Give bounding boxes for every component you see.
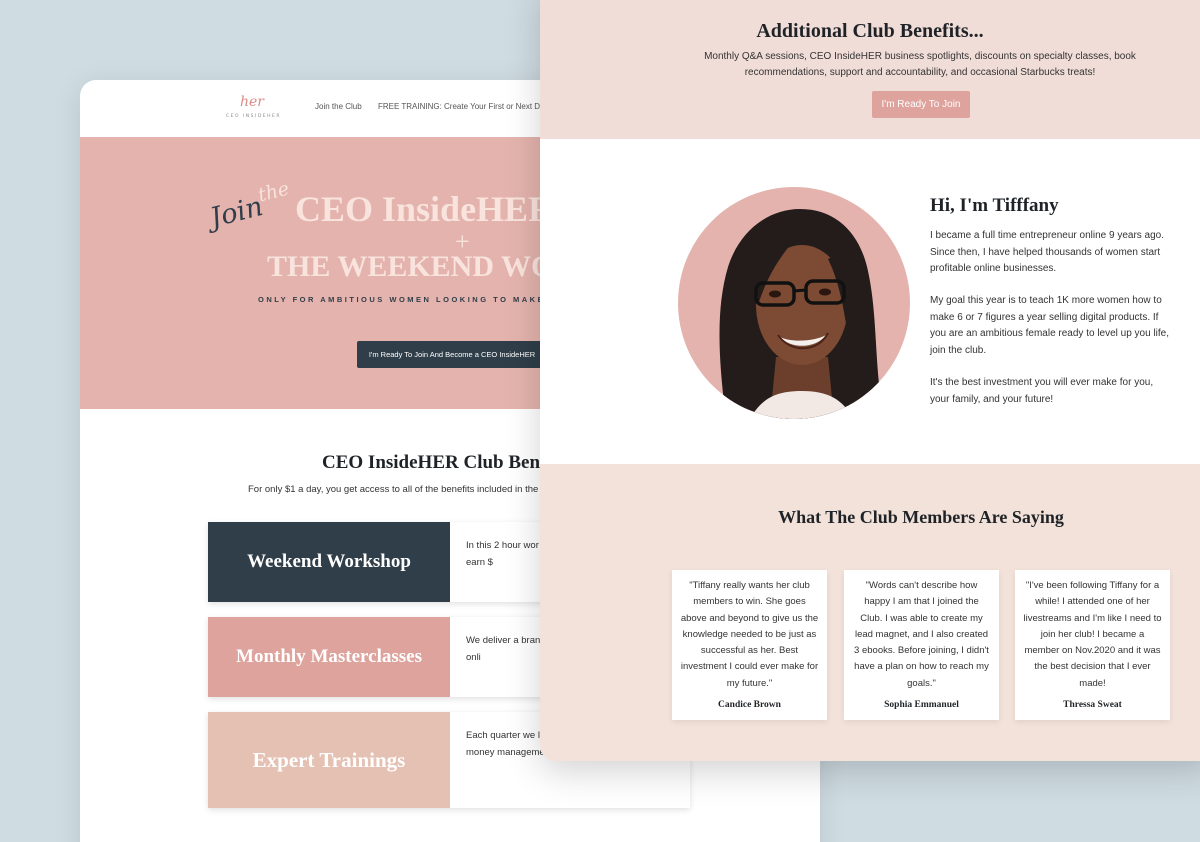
site-logo[interactable]: her CEO INSIDEHER <box>226 94 281 122</box>
testimonial-author: Sophia Emmanuel <box>884 700 959 710</box>
logo-script: her <box>240 94 264 110</box>
logo-text: CEO INSIDEHER <box>226 114 281 119</box>
foreground-landing-page: Additional Club Benefits... Monthly Q&A … <box>540 0 1200 761</box>
additional-benefits-section: Additional Club Benefits... Monthly Q&A … <box>540 0 1200 139</box>
join-cta-button[interactable]: I'm Ready To Join And Become a CEO Insid… <box>357 341 547 368</box>
testimonials-title: What The Club Members Are Saying <box>778 507 1064 527</box>
about-section: Hi, I'm Tifffany I became a full time en… <box>540 139 1200 464</box>
benefits-title: CEO InsideHER Club Ben <box>322 452 541 473</box>
benefits-subtitle: For only $1 a day, you get access to all… <box>248 484 539 495</box>
testimonial-quote: "Tiffany really wants her club members t… <box>680 580 819 689</box>
testimonials-section: What The Club Members Are Saying "Tiffan… <box>540 464 1200 761</box>
testimonial-author: Candice Brown <box>718 700 781 710</box>
bio-title: Hi, I'm Tifffany <box>930 195 1059 216</box>
portrait-photo <box>719 209 884 419</box>
ready-to-join-button[interactable]: I'm Ready To Join <box>872 91 970 118</box>
benefit-card-title: Weekend Workshop <box>208 522 450 602</box>
hero-title-2: THE WEEKEND WO <box>267 250 555 283</box>
benefit-card-title: Expert Trainings <box>208 712 450 808</box>
testimonial-author: Thressa Sweat <box>1063 700 1122 710</box>
benefit-card-title: Monthly Masterclasses <box>208 617 450 697</box>
hero-subtitle: ONLY FOR AMBITIOUS WOMEN LOOKING TO MAKE… <box>258 295 559 304</box>
nav-link-free-training[interactable]: FREE TRAINING: Create Your First or Next… <box>378 102 567 111</box>
bio-paragraph: My goal this year is to teach 1K more wo… <box>930 295 1170 356</box>
hero-join-script: Join <box>207 191 267 234</box>
testimonial-quote: "I've been following Tiffany for a while… <box>1023 580 1162 689</box>
bio-paragraph: It's the best investment you will ever m… <box>930 377 1154 405</box>
hero-the-script: the <box>255 177 292 207</box>
portrait-image <box>678 187 910 419</box>
bio-paragraph: I became a full time entrepreneur online… <box>930 230 1165 274</box>
additional-benefits-text: Monthly Q&A sessions, CEO InsideHER busi… <box>704 51 1136 78</box>
hero-title: CEO InsideHER <box>295 189 555 229</box>
testimonial-quote: "Words can't describe how happy I am tha… <box>854 580 989 689</box>
testimonial-card: "Tiffany really wants her club members t… <box>672 570 827 720</box>
additional-benefits-title: Additional Club Benefits... <box>756 20 984 42</box>
testimonial-card: "Words can't describe how happy I am tha… <box>844 570 999 720</box>
testimonial-card: "I've been following Tiffany for a while… <box>1015 570 1170 720</box>
nav-link-join[interactable]: Join the Club <box>315 102 362 111</box>
